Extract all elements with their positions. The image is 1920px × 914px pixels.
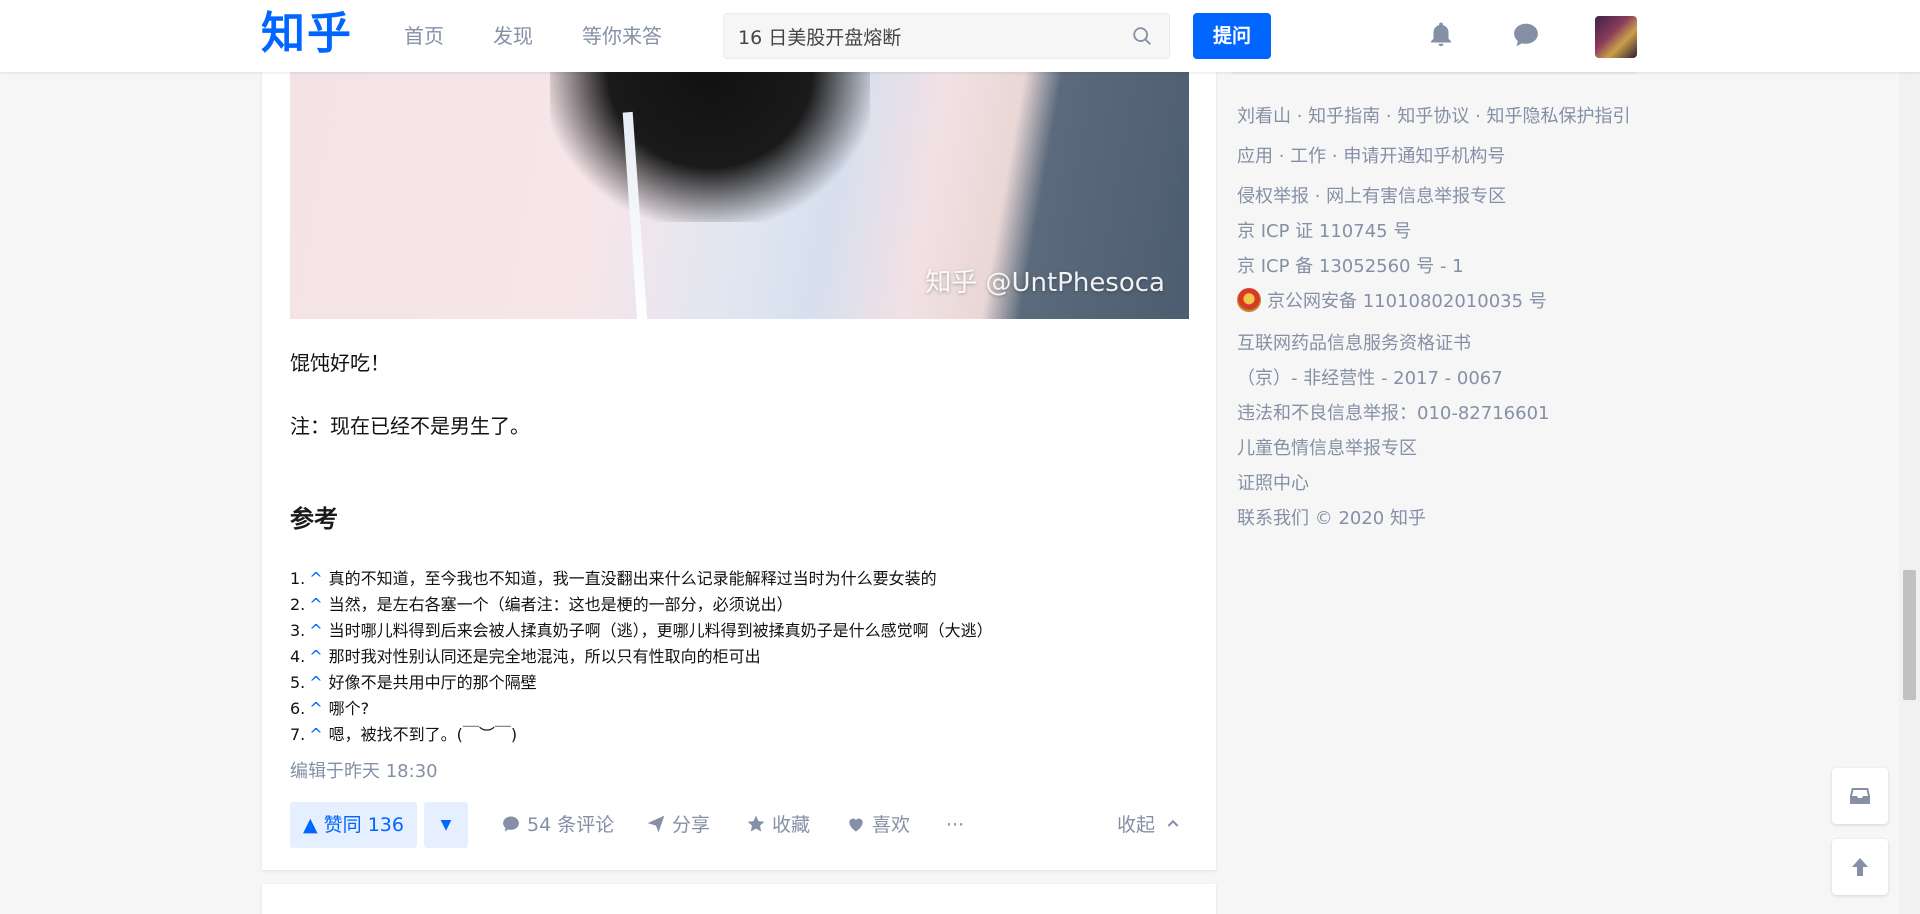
nav-waiting-answers[interactable]: 等你来答: [582, 20, 662, 52]
footer-link-app[interactable]: 应用: [1237, 146, 1273, 167]
search-input[interactable]: [738, 14, 1118, 58]
footer-license-center[interactable]: 证照中心: [1237, 469, 1309, 499]
police-badge-icon: [1237, 288, 1261, 312]
reference-backlink[interactable]: ^: [309, 699, 322, 718]
footer-link-infringement[interactable]: 侵权举报: [1237, 186, 1309, 207]
reference-backlink[interactable]: ^: [309, 647, 322, 666]
collapse-button[interactable]: 收起: [1117, 810, 1181, 840]
star-icon: [747, 815, 765, 832]
answer-paragraph-1: 馄饨好吃！: [290, 351, 390, 375]
comment-icon: [503, 816, 519, 832]
downvote-button[interactable]: ▼: [424, 802, 468, 848]
references-heading: 参考: [290, 505, 338, 533]
sidebar-divider: [1232, 72, 1636, 74]
scrollbar-thumb[interactable]: [1903, 570, 1916, 700]
top-navigation-bar: 知乎 首页 发现 等你来答 提问: [0, 0, 1920, 72]
footer-link-harmful-info[interactable]: 网上有害信息举报专区: [1326, 186, 1506, 207]
footer-link-jobs[interactable]: 工作: [1290, 146, 1326, 167]
footer-link-org-account[interactable]: 申请开通知乎机构号: [1343, 146, 1505, 167]
next-answer-card: [262, 884, 1216, 914]
collect-button[interactable]: 收藏: [746, 810, 810, 840]
footer-icp-license[interactable]: 京 ICP 证 110745 号: [1237, 217, 1411, 247]
reference-item: 4. ^ 那时我对性别认同还是完全地混沌，所以只有性取向的柜可出: [290, 647, 761, 666]
inbox-icon: [1850, 788, 1870, 804]
feedback-button[interactable]: [1832, 768, 1888, 824]
footer-icp-record[interactable]: 京 ICP 备 13052560 号 - 1: [1237, 252, 1464, 282]
nav-discover[interactable]: 发现: [493, 20, 533, 52]
like-button[interactable]: 喜欢: [846, 810, 910, 840]
footer-link-agreement[interactable]: 知乎协议: [1397, 106, 1469, 127]
share-button[interactable]: 分享: [646, 810, 710, 840]
footer-child-report[interactable]: 儿童色情信息举报专区: [1237, 434, 1417, 464]
reference-item: 1. ^ 真的不知道，至今我也不知道，我一直没翻出来什么记录能解释过当时为什么要女装…: [290, 569, 937, 588]
footer-report-phone: 违法和不良信息举报：010-82716601: [1237, 403, 1550, 424]
reference-backlink[interactable]: ^: [309, 595, 322, 614]
comments-button[interactable]: 54 条评论: [501, 810, 614, 840]
more-options-button[interactable]: ···: [946, 810, 964, 840]
photo-watermark: 知乎 @UntPhesoca: [925, 268, 1165, 298]
footer-row-1: 刘看山 · 知乎指南 · 知乎协议 · 知乎隐私保护指引: [1237, 106, 1631, 127]
reference-backlink[interactable]: ^: [309, 621, 322, 640]
footer-link-privacy[interactable]: 知乎隐私保护指引: [1487, 106, 1631, 127]
chevron-up-icon: [1167, 819, 1179, 827]
bell-icon[interactable]: [1426, 20, 1456, 50]
photo-hair-shadow: [550, 72, 870, 222]
reference-backlink[interactable]: ^: [309, 673, 322, 692]
footer-contact-copyright[interactable]: 联系我们 © 2020 知乎: [1237, 504, 1426, 534]
heart-icon: [849, 818, 863, 832]
edited-timestamp[interactable]: 编辑于昨天 18:30: [290, 757, 438, 787]
zhihu-logo[interactable]: 知乎: [261, 8, 353, 60]
upvote-button[interactable]: ▲ 赞同 136: [290, 802, 417, 848]
answer-paragraph-2: 注：现在已经不是男生了。: [290, 414, 530, 438]
chat-icon[interactable]: [1511, 20, 1541, 50]
nav-home[interactable]: 首页: [404, 20, 444, 52]
footer-row-3: 侵权举报 · 网上有害信息举报专区: [1237, 186, 1507, 207]
reference-item: 2. ^ 当然，是左右各塞一个（编者注：这也是梗的一部分，必须说出）: [290, 595, 793, 614]
back-to-top-button[interactable]: [1832, 839, 1888, 895]
ask-question-button[interactable]: 提问: [1193, 13, 1271, 59]
footer-police-record[interactable]: 京公网安备 11010802010035 号: [1237, 287, 1547, 317]
footer-drug-cert[interactable]: 互联网药品信息服务资格证书: [1237, 329, 1471, 359]
arrow-up-icon: [1852, 858, 1868, 876]
reference-item: 7. ^ 嗯，被找不到了。(￣︶￣): [290, 725, 518, 744]
reference-item: 5. ^ 好像不是共用中厅的那个隔壁: [290, 673, 537, 692]
footer-drug-cert-number: （京）- 非经营性 - 2017 - 0067: [1237, 368, 1503, 389]
share-icon: [647, 815, 665, 833]
footer-link-liukanshan[interactable]: 刘看山: [1237, 106, 1291, 127]
reference-backlink[interactable]: ^: [309, 725, 322, 744]
footer-link-guide[interactable]: 知乎指南: [1308, 106, 1380, 127]
search-box: [723, 13, 1170, 59]
reference-item: 6. ^ 哪个?: [290, 699, 370, 718]
search-icon[interactable]: [1131, 25, 1153, 47]
user-avatar[interactable]: [1595, 16, 1637, 58]
scrollbar-track[interactable]: [1899, 0, 1920, 914]
reference-backlink[interactable]: ^: [309, 569, 322, 588]
footer-row-2: 应用 · 工作 · 申请开通知乎机构号: [1237, 146, 1506, 167]
answer-photo[interactable]: 知乎 @UntPhesoca: [290, 72, 1189, 319]
reference-item: 3. ^ 当时哪儿料得到后来会被人揉真奶子啊（逃），更哪儿料得到被揉真奶子是什么感觉…: [290, 621, 993, 640]
references-list: 1. ^ 真的不知道，至今我也不知道，我一直没翻出来什么记录能解释过当时为什么要女装…: [290, 566, 993, 748]
